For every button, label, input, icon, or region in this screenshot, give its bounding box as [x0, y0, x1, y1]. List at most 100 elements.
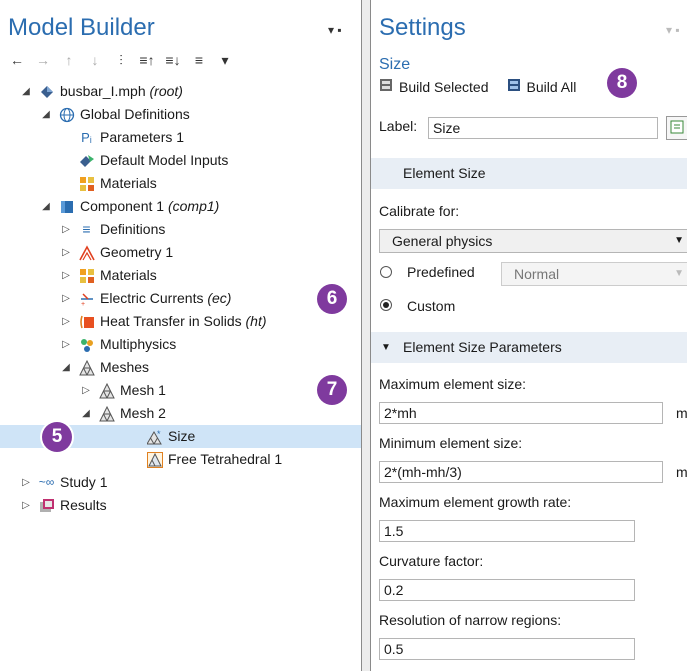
- expand-icon[interactable]: ≡↓: [164, 51, 182, 69]
- chevron-down-icon: ▼: [674, 268, 684, 279]
- definitions-icon: ≡: [82, 221, 91, 237]
- calibrate-value: General physics: [392, 233, 493, 249]
- narrow-input[interactable]: 0.5: [379, 638, 635, 660]
- tree-label: Definitions: [100, 221, 166, 237]
- tree-node-multiphysics[interactable]: ▷ Multiphysics: [0, 333, 361, 356]
- predefined-label: Predefined: [407, 264, 475, 280]
- tree-node-electric-currents[interactable]: ▷ + Electric Currents (ec): [0, 287, 361, 310]
- expand-arrow-icon[interactable]: ▷: [20, 494, 32, 517]
- calibrate-select[interactable]: General physics ▼: [379, 229, 687, 253]
- free-tetrahedral-icon: [146, 451, 163, 468]
- tree-label: busbar_I.mph: [60, 83, 146, 99]
- callout-badge: 8: [607, 68, 637, 98]
- calibrate-caption: Calibrate for:: [379, 203, 460, 219]
- predefined-value: Normal: [514, 266, 560, 282]
- pane-splitter[interactable]: [362, 0, 370, 671]
- predefined-radio[interactable]: [380, 266, 392, 278]
- tree-node-study[interactable]: ▷ ~∞ Study 1: [0, 471, 361, 494]
- max-size-input[interactable]: 2*mh: [379, 402, 663, 424]
- move-up-icon[interactable]: ↑: [60, 51, 78, 69]
- component-icon: [58, 198, 75, 215]
- collapse-arrow-icon[interactable]: ◢: [20, 80, 32, 103]
- build-selected-icon: [379, 78, 393, 95]
- toolbar-dropdown-icon[interactable]: ▾: [216, 51, 234, 69]
- tree-label: Parameters 1: [100, 129, 185, 145]
- tree-node-root[interactable]: ◢ busbar_I.mph (root): [0, 80, 361, 103]
- min-size-input[interactable]: 2*(mh-mh/3): [379, 461, 663, 483]
- tree-label: Free Tetrahedral 1: [168, 451, 283, 467]
- tree-node-definitions[interactable]: ▷ ≡ Definitions: [0, 218, 361, 241]
- expand-arrow-icon[interactable]: ▷: [60, 333, 72, 356]
- label-edit-icon[interactable]: [666, 116, 687, 140]
- max-size-caption: Maximum element size:: [379, 376, 527, 392]
- tree-node-global-materials[interactable]: Materials: [0, 172, 361, 195]
- tree-node-parameters[interactable]: Pᵢ Parameters 1: [0, 126, 361, 149]
- min-size-unit: m: [676, 464, 687, 480]
- tree-label: Geometry 1: [100, 244, 174, 260]
- materials-icon: [78, 267, 95, 284]
- expand-arrow-icon[interactable]: ▷: [60, 218, 72, 241]
- collapse-arrow-icon[interactable]: ◢: [40, 195, 52, 218]
- globe-icon: [58, 106, 75, 123]
- tree-node-default-model-inputs[interactable]: Default Model Inputs: [0, 149, 361, 172]
- tree-node-geometry[interactable]: ▷ Geometry 1: [0, 241, 361, 264]
- collapse-arrow-icon[interactable]: ◢: [80, 402, 92, 425]
- study-icon: ~∞: [38, 475, 55, 489]
- tree-label: Size: [168, 428, 196, 444]
- parameters-icon: Pᵢ: [81, 130, 92, 145]
- model-builder-toolbar: ← → ↑ ↓ ⫶ ≡↑ ≡↓ ≡ ▾: [8, 50, 234, 70]
- back-arrow-icon[interactable]: ←: [8, 51, 26, 69]
- settings-pane: Settings ▾ ▪ Size Build Selected Build A…: [370, 0, 687, 671]
- label-input[interactable]: Size: [428, 117, 658, 139]
- build-all-icon: [507, 78, 521, 95]
- svg-text:+: +: [81, 301, 85, 307]
- expand-arrow-icon[interactable]: ▷: [60, 287, 72, 310]
- model-inputs-icon: [78, 152, 95, 169]
- tree-label: Electric Currents: [100, 290, 204, 306]
- collapse-icon[interactable]: ≡↑: [138, 51, 156, 69]
- size-icon: *: [146, 428, 163, 445]
- custom-radio[interactable]: [380, 299, 392, 311]
- growth-input[interactable]: 1.5: [379, 520, 635, 542]
- expand-arrow-icon[interactable]: ▷: [60, 264, 72, 287]
- forward-arrow-icon[interactable]: →: [34, 51, 52, 69]
- svg-text:*: *: [157, 429, 161, 439]
- tree-node-component[interactable]: ◢ Component 1 (comp1): [0, 195, 361, 218]
- pane-menu-icon[interactable]: ▾ ▪: [328, 23, 342, 37]
- tree-node-results[interactable]: ▷ Results: [0, 494, 361, 517]
- show-icon[interactable]: ⫶: [112, 51, 130, 69]
- build-all-button[interactable]: Build All: [527, 79, 577, 95]
- tree-node-heat-transfer[interactable]: ▷ Heat Transfer in Solids (ht): [0, 310, 361, 333]
- element-size-section[interactable]: Element Size: [371, 158, 687, 189]
- tree-label: Global Definitions: [80, 106, 190, 122]
- curvature-input[interactable]: 0.2: [379, 579, 635, 601]
- list-icon[interactable]: ≡: [190, 51, 208, 69]
- tree-label: Mesh 2: [120, 405, 166, 421]
- tree-label: Component 1: [80, 198, 165, 214]
- expand-arrow-icon[interactable]: ▷: [60, 310, 72, 333]
- min-size-caption: Minimum element size:: [379, 435, 523, 451]
- expand-arrow-icon[interactable]: ▷: [60, 241, 72, 264]
- tree-tag: (root): [149, 83, 183, 99]
- predefined-select[interactable]: Normal ▼: [501, 262, 687, 286]
- materials-icon: [78, 175, 95, 192]
- callout-badge: 6: [317, 284, 347, 314]
- collapse-arrow-icon[interactable]: ◢: [40, 103, 52, 126]
- tree-node-meshes[interactable]: ◢ Meshes: [0, 356, 361, 379]
- collapse-triangle-icon[interactable]: ▼: [381, 332, 391, 363]
- element-size-parameters-section[interactable]: ▼ Element Size Parameters: [371, 332, 687, 363]
- move-down-icon[interactable]: ↓: [86, 51, 104, 69]
- expand-arrow-icon[interactable]: ▷: [20, 471, 32, 494]
- tree-label: Mesh 1: [120, 382, 166, 398]
- tree-node-global-definitions[interactable]: ◢ Global Definitions: [0, 103, 361, 126]
- mesh-icon: [98, 382, 115, 399]
- tree-node-component-materials[interactable]: ▷ Materials: [0, 264, 361, 287]
- tree-label: Materials: [100, 267, 157, 283]
- tree-label: Multiphysics: [100, 336, 177, 352]
- tree-node-mesh-1[interactable]: ▷ Mesh 1: [0, 379, 361, 402]
- build-selected-button[interactable]: Build Selected: [399, 79, 489, 95]
- collapse-arrow-icon[interactable]: ◢: [60, 356, 72, 379]
- pane-menu-icon[interactable]: ▾ ▪: [666, 23, 680, 37]
- narrow-caption: Resolution of narrow regions:: [379, 612, 562, 628]
- expand-arrow-icon[interactable]: ▷: [80, 379, 92, 402]
